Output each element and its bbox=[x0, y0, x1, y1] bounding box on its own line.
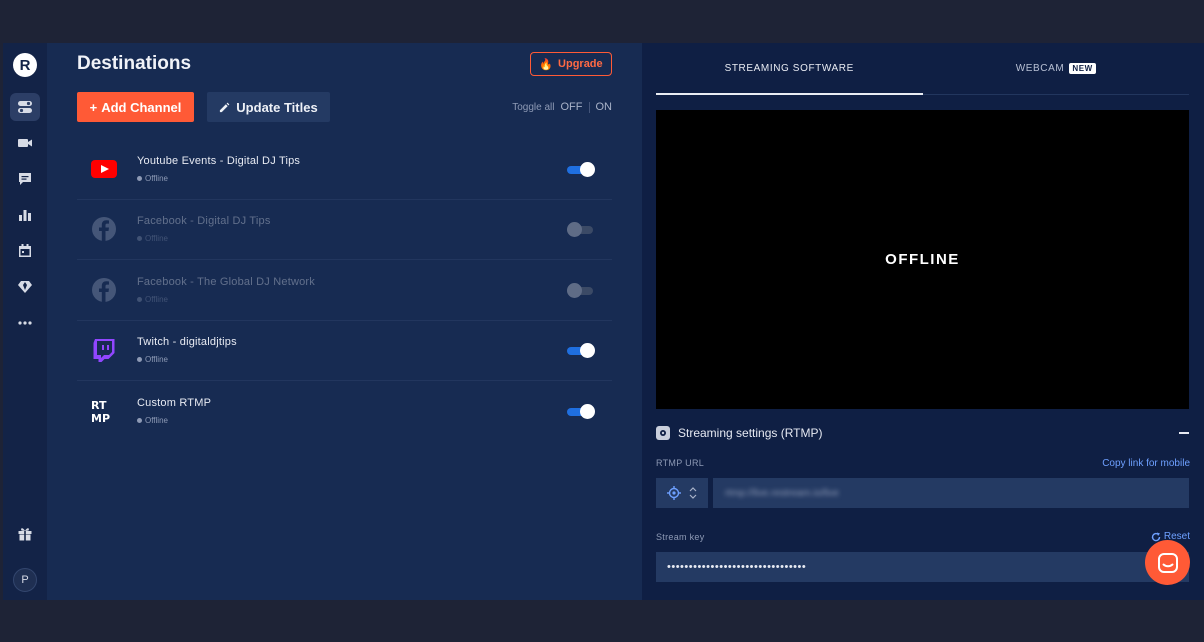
status-dot bbox=[137, 236, 142, 242]
channel-name: Facebook - The Global DJ Network bbox=[137, 275, 315, 288]
plus-icon: + bbox=[89, 99, 98, 115]
page-title: Destinations bbox=[77, 53, 192, 74]
diamond-icon[interactable] bbox=[10, 273, 40, 301]
toggle-divider bbox=[588, 101, 590, 113]
sidebar-bottom: P bbox=[3, 516, 47, 592]
status-text: Offline bbox=[145, 294, 168, 304]
avatar[interactable]: P bbox=[13, 568, 37, 592]
settings-title: Streaming settings (RTMP) bbox=[678, 426, 823, 440]
action-buttons: + Add Channel Update Titles bbox=[77, 92, 330, 122]
destinations-panel: Destinations 🔥 Upgrade + Add Channel Upd… bbox=[47, 43, 642, 600]
channel-toggle[interactable] bbox=[567, 222, 595, 238]
status-text: Offline bbox=[145, 234, 168, 244]
facebook-icon bbox=[89, 275, 119, 305]
status-dot bbox=[137, 418, 142, 424]
calendar-icon[interactable] bbox=[10, 237, 40, 265]
toggle-all: Toggle all OFF ON bbox=[512, 101, 612, 113]
toggle-all-label: Toggle all bbox=[512, 101, 555, 113]
add-channel-button[interactable]: + Add Channel bbox=[77, 92, 194, 122]
streaming-settings-header[interactable]: Streaming settings (RTMP) bbox=[656, 426, 1189, 440]
upgrade-label: Upgrade bbox=[558, 58, 603, 70]
channel-status: Offline bbox=[137, 174, 300, 183]
sidebar: R P bbox=[3, 43, 47, 600]
stream-key-label: Stream key bbox=[656, 532, 705, 542]
copy-link-mobile[interactable]: Copy link for mobile bbox=[1102, 458, 1190, 469]
status-text: Offline bbox=[145, 416, 168, 426]
rtmp-icon: RT MP bbox=[89, 396, 119, 426]
toggle-all-off[interactable]: OFF bbox=[561, 101, 583, 113]
pencil-icon bbox=[220, 102, 230, 112]
twitch-icon bbox=[89, 335, 119, 365]
tab-streaming-software[interactable]: STREAMING SOFTWARE bbox=[656, 43, 923, 95]
channel-toggle[interactable] bbox=[567, 282, 595, 298]
channel-status: Offline bbox=[137, 416, 211, 425]
tab-label: STREAMING SOFTWARE bbox=[724, 63, 854, 74]
collapse-icon[interactable] bbox=[1179, 432, 1189, 434]
stream-preview: OFFLINE bbox=[656, 110, 1189, 409]
upgrade-button[interactable]: 🔥 Upgrade bbox=[530, 52, 612, 76]
channel-status: Offline bbox=[137, 234, 271, 243]
rtmp-url-row: rtmp://live.restream.io/live bbox=[656, 478, 1189, 508]
chat-icon[interactable] bbox=[10, 165, 40, 193]
settings-icon bbox=[656, 426, 670, 440]
gift-icon[interactable] bbox=[10, 520, 40, 548]
status-text: Offline bbox=[145, 355, 168, 365]
fire-icon: 🔥 bbox=[539, 58, 554, 71]
server-select[interactable] bbox=[656, 478, 708, 508]
add-channel-label: Add Channel bbox=[101, 99, 182, 115]
tab-webcam[interactable]: WEBCAM NEW bbox=[923, 43, 1190, 94]
toggle-all-on[interactable]: ON bbox=[596, 101, 613, 113]
status-dot bbox=[137, 357, 142, 363]
refresh-icon bbox=[1151, 532, 1161, 541]
chat-support-icon bbox=[1157, 552, 1178, 573]
more-icon[interactable] bbox=[10, 309, 40, 337]
channel-name: Custom RTMP bbox=[137, 397, 212, 410]
channel-row: Youtube Events - Digital DJ Tips Offline bbox=[77, 139, 612, 200]
channel-status: Offline bbox=[137, 295, 315, 304]
toggles-icon[interactable] bbox=[10, 93, 40, 121]
channel-list: Youtube Events - Digital DJ Tips Offline… bbox=[77, 139, 612, 442]
stream-key-value: •••••••••••••••••••••••••••••••• bbox=[667, 561, 807, 573]
svg-text:RT: RT bbox=[91, 399, 107, 412]
rtmp-url-input[interactable]: rtmp://live.restream.io/live bbox=[713, 478, 1189, 508]
channel-name: Facebook - Digital DJ Tips bbox=[137, 215, 271, 228]
channel-row: Twitch - digitaldjtips Offline bbox=[77, 321, 612, 381]
update-titles-button[interactable]: Update Titles bbox=[207, 92, 330, 122]
status-text: Offline bbox=[145, 173, 168, 183]
channel-status: Offline bbox=[137, 355, 237, 364]
channel-toggle[interactable] bbox=[567, 343, 595, 359]
stream-key-input[interactable]: •••••••••••••••••••••••••••••••• bbox=[656, 552, 1189, 582]
rtmp-url-value: rtmp://live.restream.io/live bbox=[725, 487, 839, 499]
update-titles-label: Update Titles bbox=[236, 99, 318, 115]
channel-toggle[interactable] bbox=[567, 404, 595, 420]
status-dot bbox=[137, 296, 142, 302]
tab-label: WEBCAM bbox=[1015, 63, 1065, 74]
restream-logo[interactable]: R bbox=[13, 53, 37, 77]
svg-text:MP: MP bbox=[91, 412, 110, 424]
new-badge: NEW bbox=[1069, 63, 1096, 74]
status-dot bbox=[137, 175, 142, 181]
channel-row: Facebook - The Global DJ Network Offline bbox=[77, 260, 612, 321]
channel-row: Facebook - Digital DJ Tips Offline bbox=[77, 200, 612, 260]
support-chat-button[interactable] bbox=[1145, 540, 1190, 585]
analytics-icon[interactable] bbox=[10, 201, 40, 229]
facebook-icon bbox=[89, 214, 119, 244]
channel-row: RT MP Custom RTMP Offline bbox=[77, 381, 612, 442]
channel-toggle[interactable] bbox=[567, 161, 595, 177]
youtube-icon bbox=[89, 154, 119, 184]
app-window: R P Destinations 🔥 Upgrade + Add Channel… bbox=[3, 43, 1204, 600]
channel-name: Youtube Events - Digital DJ Tips bbox=[137, 154, 301, 167]
rtmp-url-label: RTMP URL bbox=[656, 458, 705, 468]
stream-tabs: STREAMING SOFTWARE WEBCAM NEW bbox=[656, 43, 1189, 95]
preview-status: OFFLINE bbox=[885, 251, 960, 268]
stream-panel: STREAMING SOFTWARE WEBCAM NEW OFFLINE St… bbox=[642, 43, 1204, 600]
camera-icon[interactable] bbox=[10, 129, 40, 157]
crosshair-icon bbox=[667, 486, 681, 500]
channel-name: Twitch - digitaldjtips bbox=[137, 336, 237, 349]
chevron-updown-icon bbox=[689, 487, 697, 499]
